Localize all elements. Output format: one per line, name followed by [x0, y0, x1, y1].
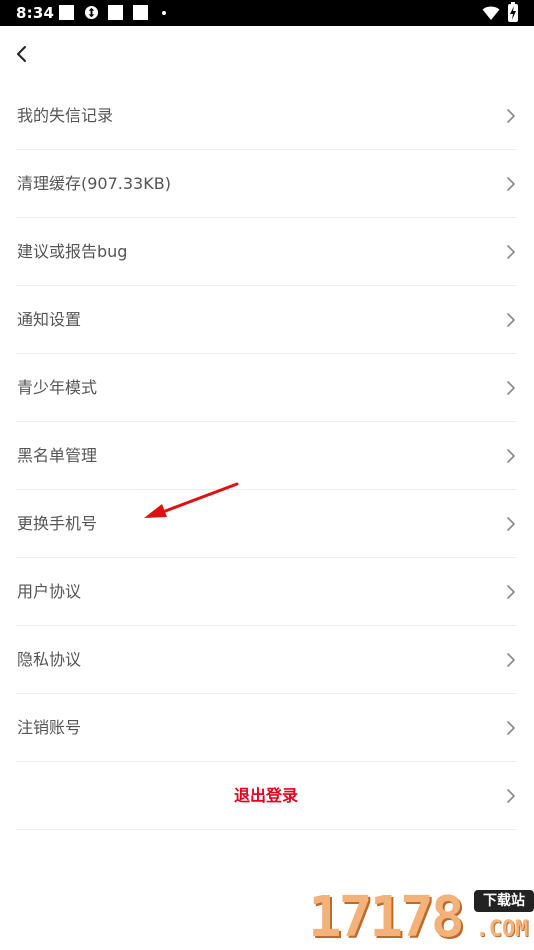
chevron-right-icon: [507, 245, 515, 259]
more-notifications-dot-icon: [162, 11, 166, 15]
menu-item-label: 注销账号: [17, 718, 82, 737]
site-watermark-logo: 17178 下载站 .COM: [308, 886, 534, 948]
chevron-right-icon: [507, 381, 515, 395]
notification-square-icon: [108, 5, 123, 20]
menu-item-user-agreement[interactable]: 用户协议: [16, 558, 516, 626]
menu-item-label: 青少年模式: [17, 378, 98, 397]
back-button[interactable]: [6, 38, 38, 70]
notification-square-icon: [59, 5, 74, 20]
sync-icon: [84, 5, 99, 20]
menu-item-feedback[interactable]: 建议或报告bug: [16, 218, 516, 286]
watermark-badge: 下载站: [474, 890, 534, 912]
chevron-right-icon: [507, 109, 515, 123]
menu-item-teen-mode[interactable]: 青少年模式: [16, 354, 516, 422]
notification-square-icon: [133, 5, 148, 20]
annotation-arrow-icon: [144, 482, 239, 518]
status-time: 8:34: [16, 4, 55, 22]
menu-item-label: 黑名单管理: [17, 446, 98, 465]
logout-button[interactable]: 退出登录: [16, 762, 516, 830]
chevron-right-icon: [507, 517, 515, 531]
menu-item-label: 我的失信记录: [17, 106, 114, 125]
menu-item-label: 清理缓存(907.33KB): [17, 174, 171, 193]
menu-item-privacy-policy[interactable]: 隐私协议: [16, 626, 516, 694]
menu-item-label: 用户协议: [17, 582, 82, 601]
menu-item-label: 隐私协议: [17, 650, 82, 669]
menu-item-label: 通知设置: [17, 310, 82, 329]
chevron-right-icon: [507, 177, 515, 191]
back-arrow-icon: [17, 46, 26, 62]
menu-item-delete-account[interactable]: 注销账号: [16, 694, 516, 762]
menu-item-label: 建议或报告bug: [17, 242, 128, 261]
menu-item-notification-settings[interactable]: 通知设置: [16, 286, 516, 354]
menu-item-credit-record[interactable]: 我的失信记录: [16, 82, 516, 150]
settings-menu-list: 我的失信记录清理缓存(907.33KB) 建议或报告bug 通知设置青少年模式黑名单…: [16, 82, 516, 830]
status-bar: 8:34: [0, 0, 534, 26]
logout-label: 退出登录: [233, 786, 298, 805]
menu-item-blacklist[interactable]: 黑名单管理: [16, 422, 516, 490]
chevron-right-icon: [507, 449, 515, 463]
chevron-right-icon: [507, 313, 515, 327]
chevron-right-icon: [507, 789, 515, 803]
watermark-suffix: .COM: [475, 917, 529, 942]
menu-item-clear-cache[interactable]: 清理缓存(907.33KB): [16, 150, 516, 218]
chevron-right-icon: [507, 585, 515, 599]
chevron-right-icon: [507, 653, 515, 667]
menu-item-label: 更换手机号: [17, 514, 98, 533]
wifi-icon: [482, 6, 500, 20]
menu-item-change-phone[interactable]: 更换手机号: [16, 490, 516, 558]
battery-charging-icon: [508, 2, 518, 22]
watermark-digits: 17178: [308, 885, 465, 950]
chevron-right-icon: [507, 721, 515, 735]
